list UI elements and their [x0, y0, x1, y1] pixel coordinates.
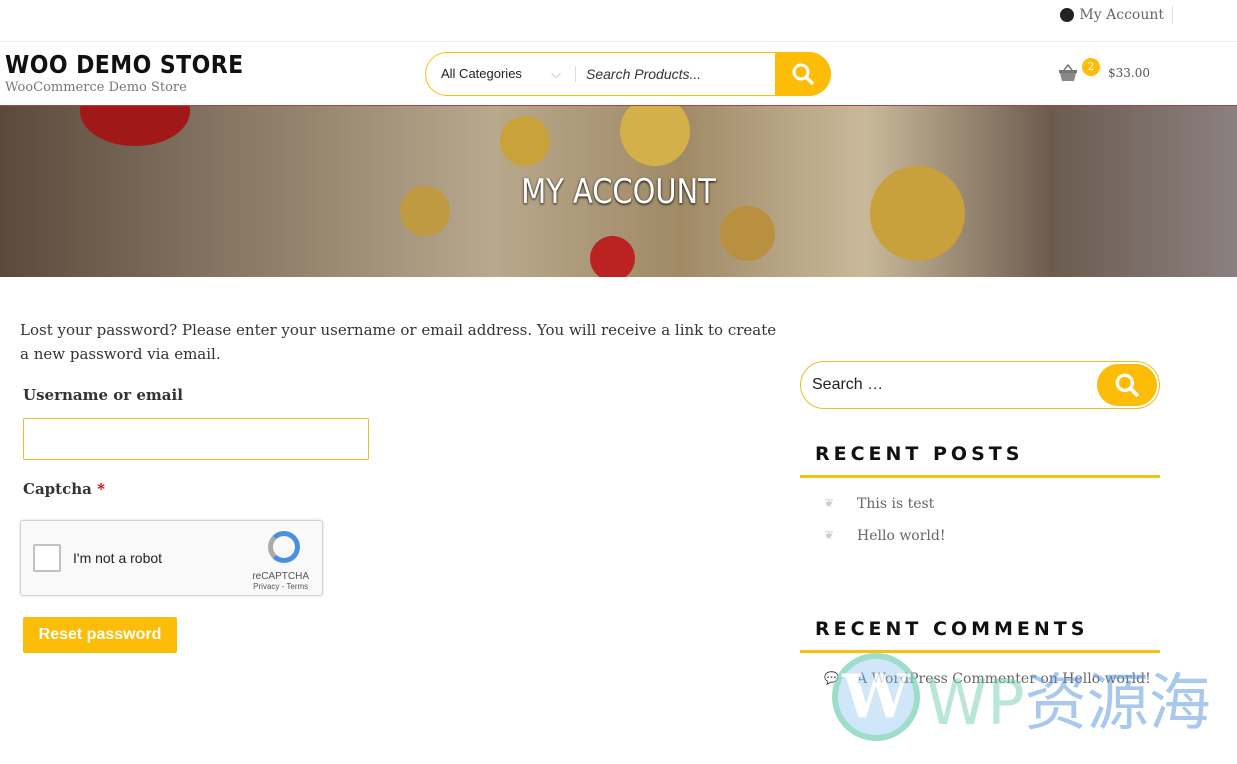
- leaf-icon: ❦: [824, 528, 835, 542]
- sidebar-search-input[interactable]: Search …: [812, 376, 883, 394]
- recent-post-link[interactable]: Hello world!: [857, 528, 946, 544]
- list-item: ❦ This is test: [800, 496, 1160, 512]
- wordpress-logo-icon: W: [832, 653, 920, 741]
- category-select[interactable]: All Categories ⌵: [426, 66, 576, 82]
- chevron-down-icon: ⌵: [551, 66, 561, 81]
- user-icon: [1060, 8, 1075, 22]
- recent-post-link[interactable]: This is test: [857, 496, 934, 512]
- recaptcha-text: I'm not a robot: [73, 550, 163, 566]
- site-title[interactable]: WOO DEMO STORE: [5, 50, 244, 79]
- intro-text: Lost your password? Please enter your us…: [20, 321, 777, 363]
- reset-password-button[interactable]: Reset password: [23, 617, 177, 653]
- site-header: WOO DEMO STORE WooCommerce Demo Store Al…: [0, 42, 1237, 106]
- recaptcha-privacy-terms[interactable]: Privacy - Terms: [252, 582, 309, 591]
- sidebar-search: Search …: [800, 361, 1160, 409]
- cart-link[interactable]: 2 $33.00: [1058, 58, 1150, 82]
- cart-total: $33.00: [1108, 66, 1150, 80]
- recaptcha-brand: reCAPTCHA: [252, 571, 309, 582]
- watermark-logo: W WP资源海: [832, 652, 1211, 742]
- page-title: MY ACCOUNT: [521, 172, 716, 212]
- search-icon: [1115, 373, 1139, 397]
- search-icon: [792, 63, 814, 85]
- site-tagline: WooCommerce Demo Store: [5, 80, 187, 95]
- sidebar: Search … RECENT POSTS ❦ This is test ❦ Hel…: [800, 361, 1160, 687]
- product-search: All Categories ⌵ Search Products...: [425, 52, 831, 96]
- recaptcha-logo-icon: [268, 531, 300, 563]
- recaptcha-widget: I'm not a robot reCAPTCHA Privacy - Terms: [20, 520, 323, 596]
- sidebar-search-button[interactable]: [1097, 364, 1157, 406]
- recent-comments-title: RECENT COMMENTS: [800, 618, 1160, 653]
- basket-icon: [1059, 64, 1077, 81]
- search-button[interactable]: [775, 52, 831, 96]
- captcha-label: Captcha *: [23, 480, 780, 498]
- category-value: All Categories: [441, 66, 522, 81]
- page-banner: MY ACCOUNT: [0, 106, 1237, 277]
- site-logo[interactable]: WOO DEMO STORE WooCommerce Demo Store: [5, 50, 276, 95]
- recaptcha-checkbox[interactable]: [33, 544, 61, 572]
- cart-count-badge: 2: [1082, 58, 1100, 76]
- search-input[interactable]: Search Products...: [576, 66, 775, 82]
- lost-password-form: Lost your password? Please enter your us…: [20, 318, 780, 653]
- required-mark: *: [97, 480, 105, 498]
- recent-posts-title: RECENT POSTS: [800, 443, 1160, 478]
- username-label: Username or email: [23, 386, 183, 404]
- username-input[interactable]: [23, 418, 369, 460]
- top-bar: My Account: [0, 0, 1237, 42]
- list-item: ❦ Hello world!: [800, 528, 1160, 544]
- my-account-label: My Account: [1079, 7, 1164, 23]
- leaf-icon: ❦: [824, 496, 835, 510]
- captcha-label-text: Captcha: [23, 480, 92, 498]
- my-account-link[interactable]: My Account: [1060, 6, 1173, 24]
